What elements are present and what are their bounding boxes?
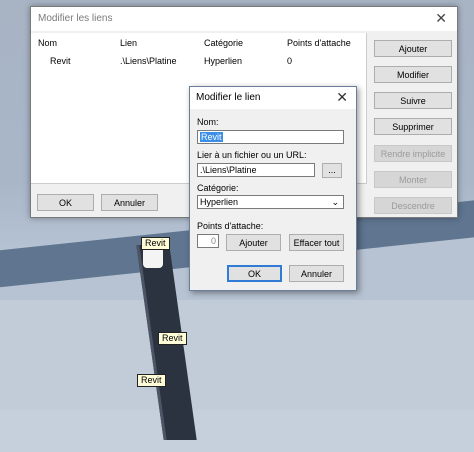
row-category[interactable]: Hyperlien (204, 56, 242, 66)
url-field[interactable]: .\Liens\Platine (197, 163, 315, 177)
chevron-down-icon: ⌄ (331, 197, 339, 207)
clear-all-button[interactable]: Effacer tout (289, 234, 344, 251)
browse-button[interactable]: ... (322, 163, 342, 178)
ok-button[interactable]: OK (37, 194, 94, 211)
cancel-button[interactable]: Annuler (101, 194, 158, 211)
name-label: Nom: (197, 117, 219, 127)
edit-link-button[interactable]: Modifier (374, 66, 452, 83)
column-header-category[interactable]: Catégorie (204, 38, 243, 48)
close-icon[interactable]: ✕ (435, 10, 447, 27)
url-label: Lier à un fichier ou un URL: (197, 150, 307, 160)
edit-link-dialog: Modifier le lien ✕ Nom: Revit Lier à un … (189, 86, 357, 291)
column-header-points[interactable]: Points d'attache (287, 38, 351, 48)
move-up-button[interactable]: Monter (374, 171, 452, 188)
row-link[interactable]: .\Liens\Platine (120, 56, 177, 66)
category-select[interactable]: Hyperlien ⌄ (197, 195, 344, 209)
row-points[interactable]: 0 (287, 56, 292, 66)
attach-points-label: Points d'attache: (197, 221, 264, 231)
cancel-button[interactable]: Annuler (289, 265, 344, 282)
row-name[interactable]: Revit (50, 56, 71, 66)
category-label: Catégorie: (197, 183, 239, 193)
add-point-button[interactable]: Ajouter (226, 234, 281, 251)
category-value: Hyperlien (200, 197, 239, 207)
move-down-button[interactable]: Descendre (374, 197, 452, 214)
ok-button[interactable]: OK (227, 265, 282, 282)
name-value: Revit (200, 132, 223, 142)
scene-floor-edge (0, 410, 474, 452)
dialog-title: Modifier les liens (31, 7, 457, 31)
name-field[interactable]: Revit (197, 130, 344, 144)
hyperlink-tag[interactable]: Revit (141, 237, 170, 250)
column-header-name[interactable]: Nom (38, 38, 57, 48)
attach-points-count: 0 (197, 234, 219, 248)
dialog-title: Modifier le lien (190, 87, 356, 109)
close-icon[interactable]: ✕ (336, 89, 348, 106)
column-header-link[interactable]: Lien (120, 38, 137, 48)
make-implicit-button[interactable]: Rendre implicite (374, 145, 452, 162)
delete-link-button[interactable]: Supprimer (374, 118, 452, 135)
hyperlink-tag[interactable]: Revit (158, 332, 187, 345)
follow-link-button[interactable]: Suivre (374, 92, 452, 109)
hyperlink-tag[interactable]: Revit (137, 374, 166, 387)
add-link-button[interactable]: Ajouter (374, 40, 452, 57)
